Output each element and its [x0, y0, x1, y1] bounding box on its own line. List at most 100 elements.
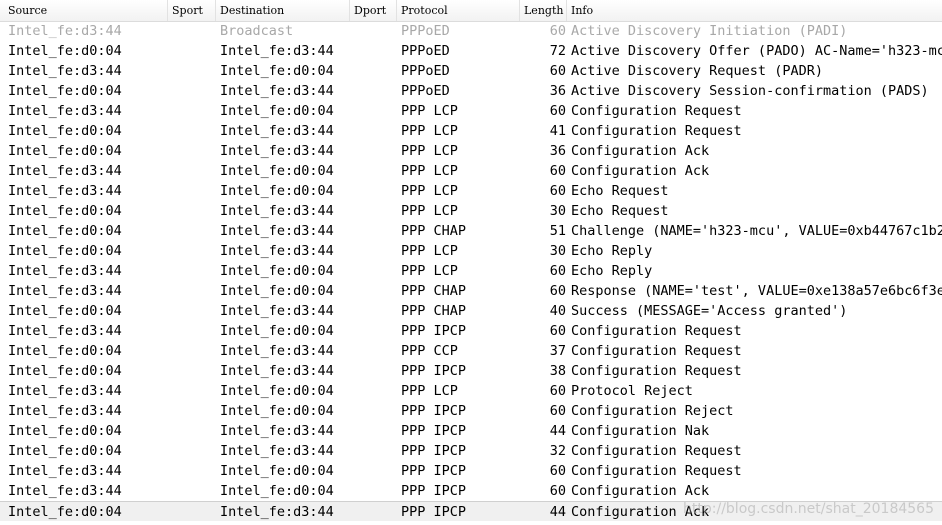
- length-cell: 60: [549, 463, 566, 479]
- info-cell: Active Discovery Request (PADR): [571, 63, 823, 79]
- length-cell: 37: [549, 343, 566, 359]
- protocol-cell: PPPoED: [401, 23, 450, 39]
- protocol-cell: PPP CCP: [401, 343, 458, 359]
- destination-cell: Intel_fe:d0:04: [220, 383, 334, 399]
- packet-row[interactable]: Intel_fe:d3:44 Intel_fe:d0:04 PPP CHAP 60 Re…: [0, 281, 942, 301]
- packet-row[interactable]: Intel_fe:d0:04 Intel_fe:d3:44 PPPoED 36 Acti…: [0, 81, 942, 101]
- column-header-source[interactable]: Source: [4, 0, 168, 21]
- packet-row[interactable]: Intel_fe:d0:04 Intel_fe:d3:44 PPP LCP 30 Ech…: [0, 201, 942, 221]
- length-cell: 41: [549, 123, 566, 139]
- length-cell: 44: [549, 504, 566, 520]
- info-cell: Active Discovery Offer (PADO) AC-Name='h…: [571, 43, 942, 59]
- length-cell: 60: [549, 383, 566, 399]
- protocol-cell: PPP LCP: [401, 163, 458, 179]
- source-cell: Intel_fe:d0:04: [8, 123, 122, 139]
- column-header-length[interactable]: Length: [520, 0, 567, 21]
- destination-cell: Intel_fe:d3:44: [220, 203, 334, 219]
- packet-row[interactable]: Intel_fe:d0:04 Intel_fe:d3:44 PPP LCP 30 Ech…: [0, 241, 942, 261]
- protocol-cell: PPPoED: [401, 83, 450, 99]
- destination-cell: Intel_fe:d3:44: [220, 504, 334, 520]
- info-cell: Configuration Ack: [571, 483, 710, 499]
- column-header-sport[interactable]: Sport: [168, 0, 216, 21]
- protocol-cell: PPP LCP: [401, 123, 458, 139]
- destination-cell: Intel_fe:d3:44: [220, 303, 334, 319]
- length-cell: 38: [549, 363, 566, 379]
- info-cell: Configuration Request: [571, 123, 742, 139]
- source-cell: Intel_fe:d0:04: [8, 83, 122, 99]
- packet-row[interactable]: Intel_fe:d0:04 Intel_fe:d3:44 PPP IPCP 38 Co…: [0, 361, 942, 381]
- packet-row[interactable]: Intel_fe:d3:44 Intel_fe:d0:04 PPP IPCP 60 Co…: [0, 481, 942, 501]
- packet-row[interactable]: Intel_fe:d3:44 Intel_fe:d0:04 PPP IPCP 60 Co…: [0, 321, 942, 341]
- length-cell: 30: [549, 203, 566, 219]
- packet-row[interactable]: Intel_fe:d0:04 Intel_fe:d3:44 PPPoED 72 Acti…: [0, 41, 942, 61]
- packet-row[interactable]: Intel_fe:d3:44 Intel_fe:d0:04 PPP LCP 60 Ech…: [0, 181, 942, 201]
- protocol-cell: PPPoED: [401, 63, 450, 79]
- column-header-destination[interactable]: Destination: [216, 0, 350, 21]
- source-cell: Intel_fe:d0:04: [8, 223, 122, 239]
- destination-cell: Intel_fe:d0:04: [220, 63, 334, 79]
- source-cell: Intel_fe:d0:04: [8, 203, 122, 219]
- info-cell: Configuration Request: [571, 363, 742, 379]
- length-cell: 32: [549, 443, 566, 459]
- destination-cell: Intel_fe:d3:44: [220, 243, 334, 259]
- length-cell: 60: [549, 183, 566, 199]
- info-cell: Protocol Reject: [571, 383, 693, 399]
- length-cell: 30: [549, 243, 566, 259]
- info-cell: Configuration Ack: [571, 143, 710, 159]
- length-cell: 60: [549, 403, 566, 419]
- packet-row[interactable]: Intel_fe:d0:04 Intel_fe:d3:44 PPP CHAP 40 Su…: [0, 301, 942, 321]
- protocol-cell: PPP LCP: [401, 143, 458, 159]
- source-cell: Intel_fe:d3:44: [8, 263, 122, 279]
- info-cell: Active Discovery Initiation (PADI): [571, 23, 848, 39]
- destination-cell: Intel_fe:d0:04: [220, 323, 334, 339]
- info-cell: Echo Reply: [571, 243, 653, 259]
- packet-row[interactable]: Intel_fe:d3:44 Intel_fe:d0:04 PPP LCP 60 Ech…: [0, 261, 942, 281]
- packet-row[interactable]: Intel_fe:d3:44 Broadcast PPPoED 60 Active Di…: [0, 21, 942, 41]
- destination-cell: Intel_fe:d0:04: [220, 183, 334, 199]
- destination-cell: Intel_fe:d3:44: [220, 423, 334, 439]
- packet-row[interactable]: Intel_fe:d0:04 Intel_fe:d3:44 PPP LCP 36 Con…: [0, 141, 942, 161]
- packet-row[interactable]: Intel_fe:d0:04 Intel_fe:d3:44 PPP IPCP 44 Co…: [0, 421, 942, 441]
- destination-cell: Intel_fe:d0:04: [220, 283, 334, 299]
- packet-row[interactable]: Intel_fe:d3:44 Intel_fe:d0:04 PPP LCP 60 Con…: [0, 101, 942, 121]
- info-cell: Echo Request: [571, 203, 669, 219]
- length-cell: 60: [549, 63, 566, 79]
- protocol-cell: PPP IPCP: [401, 323, 467, 339]
- packet-row[interactable]: Intel_fe:d3:44 Intel_fe:d0:04 PPP LCP 60 Con…: [0, 161, 942, 181]
- packet-row[interactable]: Intel_fe:d0:04 Intel_fe:d3:44 PPP IPCP 32 Co…: [0, 441, 942, 461]
- packet-row[interactable]: Intel_fe:d0:04 Intel_fe:d3:44 PPP CHAP 51 Ch…: [0, 221, 942, 241]
- info-cell: Configuration Ack: [571, 163, 710, 179]
- destination-cell: Intel_fe:d3:44: [220, 343, 334, 359]
- packet-row[interactable]: Intel_fe:d0:04 Intel_fe:d3:44 PPP CCP 37 Con…: [0, 341, 942, 361]
- destination-cell: Intel_fe:d0:04: [220, 163, 334, 179]
- protocol-cell: PPP CHAP: [401, 283, 467, 299]
- packet-row[interactable]: Intel_fe:d3:44 Intel_fe:d0:04 PPP IPCP 60 Co…: [0, 461, 942, 481]
- packet-row[interactable]: Intel_fe:d0:04 Intel_fe:d3:44 PPP LCP 41 Con…: [0, 121, 942, 141]
- destination-cell: Intel_fe:d3:44: [220, 223, 334, 239]
- source-cell: Intel_fe:d0:04: [8, 443, 122, 459]
- destination-cell: Intel_fe:d3:44: [220, 363, 334, 379]
- length-cell: 36: [549, 143, 566, 159]
- destination-cell: Intel_fe:d3:44: [220, 83, 334, 99]
- destination-cell: Intel_fe:d3:44: [220, 143, 334, 159]
- packet-row[interactable]: Intel_fe:d3:44 Intel_fe:d0:04 PPP LCP 60 Pro…: [0, 381, 942, 401]
- source-cell: Intel_fe:d3:44: [8, 63, 122, 79]
- protocol-cell: PPP LCP: [401, 383, 458, 399]
- packet-row[interactable]: Intel_fe:d3:44 Intel_fe:d0:04 PPP IPCP 60 Co…: [0, 401, 942, 421]
- source-cell: Intel_fe:d0:04: [8, 43, 122, 59]
- info-cell: Success (MESSAGE='Access granted'): [571, 303, 848, 319]
- source-cell: Intel_fe:d0:04: [8, 363, 122, 379]
- packet-row[interactable]: Intel_fe:d3:44 Intel_fe:d0:04 PPPoED 60 Acti…: [0, 61, 942, 81]
- column-header-info[interactable]: Info: [567, 0, 942, 21]
- protocol-cell: PPP LCP: [401, 263, 458, 279]
- column-header-dport[interactable]: Dport: [350, 0, 397, 21]
- destination-cell: Intel_fe:d0:04: [220, 403, 334, 419]
- info-cell: Configuration Reject: [571, 403, 734, 419]
- destination-cell: Intel_fe:d0:04: [220, 263, 334, 279]
- protocol-cell: PPP LCP: [401, 243, 458, 259]
- column-header-protocol[interactable]: Protocol: [397, 0, 520, 21]
- source-cell: Intel_fe:d0:04: [8, 504, 122, 520]
- column-header-bar: Source Sport Destination Dport Protocol …: [0, 0, 942, 22]
- protocol-cell: PPP LCP: [401, 183, 458, 199]
- info-cell: Configuration Request: [571, 103, 742, 119]
